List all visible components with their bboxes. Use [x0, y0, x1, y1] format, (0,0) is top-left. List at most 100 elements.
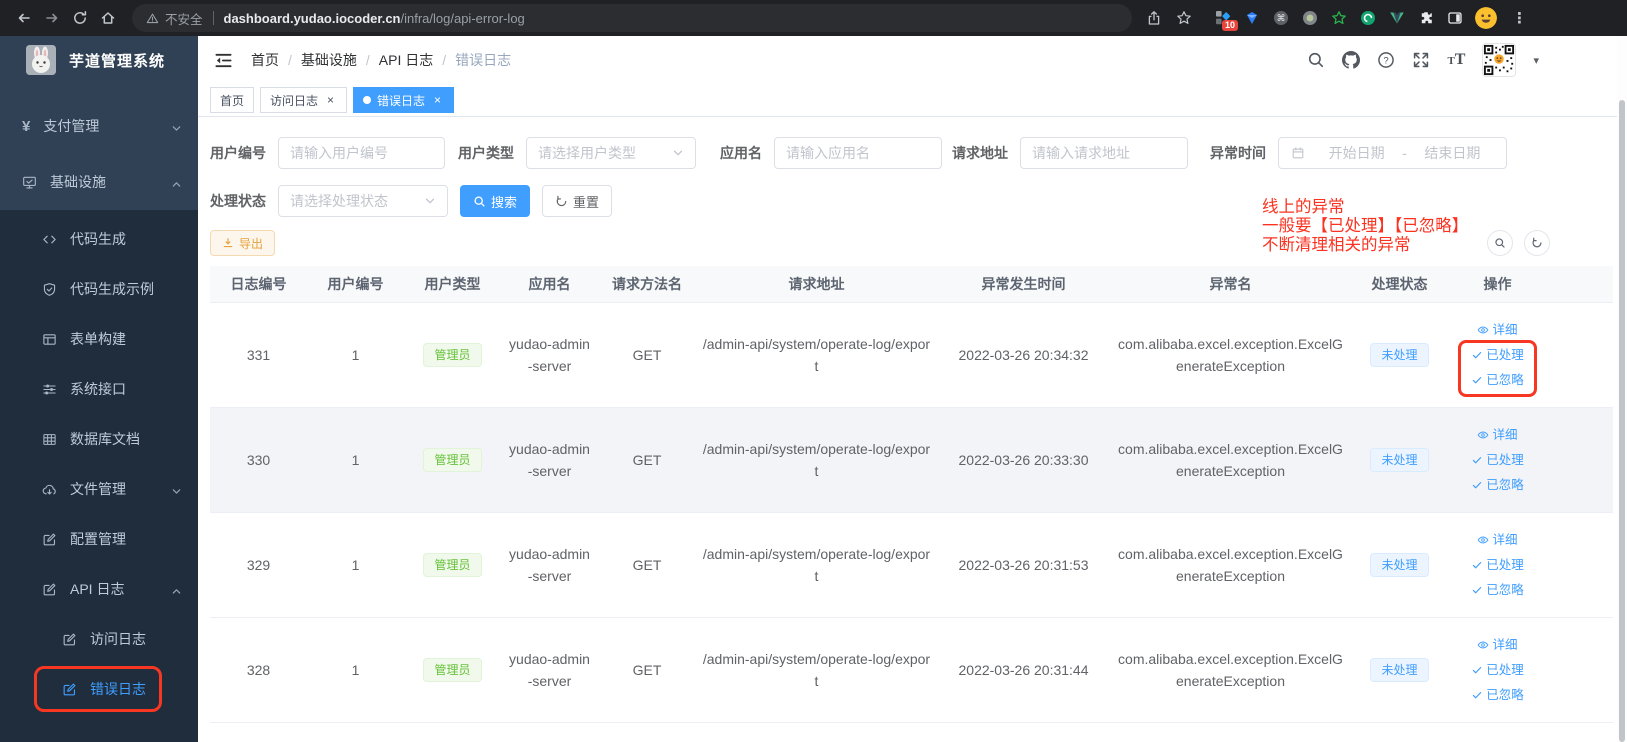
fullscreen-icon[interactable] — [1412, 51, 1430, 69]
user-type-label: 用户类型 — [458, 143, 514, 163]
mark-ignored-link[interactable]: 已忽略 — [1471, 684, 1524, 707]
mark-resolved-link[interactable]: 已处理 — [1471, 659, 1524, 682]
browser-back-icon[interactable] — [10, 4, 38, 32]
exception-time-range-picker[interactable]: 开始日期 - 结束日期 — [1278, 137, 1507, 169]
svg-text:⌘: ⌘ — [1277, 13, 1286, 23]
hide-search-button[interactable] — [1487, 230, 1513, 256]
sidebar-item-error-log[interactable]: 错误日志 — [0, 664, 198, 714]
cell-filler — [1547, 303, 1613, 408]
sidebar-item-system-api[interactable]: 系统接口 — [0, 364, 198, 414]
browser-profile-avatar[interactable] — [1475, 7, 1497, 29]
mark-resolved-link[interactable]: 已处理 — [1471, 554, 1524, 577]
cell-user_type: 管理员 — [404, 618, 501, 723]
extension-green-circle-icon[interactable] — [1359, 9, 1377, 27]
github-icon[interactable] — [1342, 51, 1360, 69]
cell-app_name: yudao-admin-server — [501, 408, 598, 513]
sidebar-item-label: 配置管理 — [70, 529, 126, 549]
sidebar-item-code-generation-demo[interactable]: 代码生成示例 — [0, 264, 198, 314]
browser-reload-icon[interactable] — [66, 4, 94, 32]
user-avatar-qr[interactable] — [1482, 43, 1516, 77]
action-label: 详细 — [1492, 319, 1517, 341]
breadcrumb-item-2[interactable]: 基础设施 — [301, 50, 357, 70]
close-icon[interactable]: × — [431, 94, 444, 107]
bookmark-star-icon[interactable] — [1176, 10, 1192, 26]
breadcrumb-separator: / — [366, 52, 370, 68]
sidebar-item-infrastructure[interactable]: 基础设施 — [0, 154, 198, 210]
tab-error-log[interactable]: 错误日志× — [353, 87, 454, 113]
extension-gem-icon[interactable] — [1243, 9, 1261, 27]
browser-forward-icon[interactable] — [38, 4, 66, 32]
cell-actions: 详细已处理已忽略 — [1448, 303, 1547, 408]
mark-ignored-link[interactable]: 已忽略 — [1471, 369, 1524, 392]
log-icon — [42, 582, 57, 597]
sidebar-item-form-builder[interactable]: 表单构建 — [0, 314, 198, 364]
user-id-input[interactable] — [278, 137, 445, 169]
cell-filler — [1547, 618, 1613, 723]
mark-ignored-link[interactable]: 已忽略 — [1471, 579, 1524, 602]
chevron-up-icon — [171, 177, 182, 188]
row-actions: 详细已处理已忽略 — [1454, 319, 1541, 392]
user-type-select[interactable]: 请选择用户类型 — [526, 137, 696, 169]
exception-time-label: 异常时间 — [1210, 143, 1266, 163]
share-icon[interactable] — [1146, 10, 1162, 26]
kebab-menu-icon[interactable]: ⋮ — [1508, 9, 1531, 27]
scrollbar-thumb[interactable] — [1619, 100, 1625, 742]
search-button[interactable]: 搜索 — [460, 185, 530, 217]
font-size-icon[interactable]: TT — [1447, 51, 1465, 69]
cell-user_type: 管理员 — [404, 408, 501, 513]
check-icon — [1471, 689, 1483, 701]
mark-resolved-link[interactable]: 已处理 — [1471, 449, 1524, 472]
sidebar-item-payment[interactable]: ¥支付管理 — [0, 98, 198, 154]
search-icon[interactable] — [1307, 51, 1325, 69]
sidebar-item-database-doc[interactable]: 数据库文档 — [0, 414, 198, 464]
url-bar[interactable]: 不安全 dashboard.yudao.iocoder.cn/infra/log… — [132, 4, 1132, 32]
column-header-time: 异常发生时间 — [937, 266, 1110, 303]
caret-down-icon[interactable]: ▾ — [1533, 54, 1539, 67]
extension-record-icon[interactable] — [1301, 9, 1319, 27]
breadcrumb-item-1[interactable]: 首页 — [251, 50, 279, 70]
help-icon[interactable]: ? — [1377, 51, 1395, 69]
app-logo[interactable]: 芋道管理系统 — [0, 36, 198, 84]
view-detail-link[interactable]: 详细 — [1477, 634, 1517, 657]
breadcrumb-item-3[interactable]: API 日志 — [379, 50, 433, 70]
tab-access-log[interactable]: 访问日志× — [260, 87, 347, 113]
browser-home-icon[interactable] — [94, 4, 122, 32]
sidebar-collapse-icon[interactable] — [214, 51, 233, 70]
tab-label: 首页 — [220, 92, 244, 109]
annotation-line: 一般要【已处理】【已忽略】 — [1262, 217, 1468, 236]
extension-vue-icon[interactable] — [1388, 9, 1406, 27]
sidebar-item-file-management[interactable]: 文件管理 — [0, 464, 198, 514]
app-name-input[interactable] — [774, 137, 942, 169]
process-status-select[interactable]: 请选择处理状态 — [278, 185, 448, 217]
cell-app_name: yudao-admin-server — [501, 303, 598, 408]
mark-resolved-link[interactable]: 已处理 — [1471, 344, 1524, 367]
close-icon[interactable]: × — [324, 94, 337, 107]
extension-star-icon[interactable] — [1330, 9, 1348, 27]
extension-command-icon[interactable]: ⌘ — [1272, 9, 1290, 27]
view-detail-link[interactable]: 详细 — [1477, 424, 1517, 447]
refresh-table-button[interactable] — [1524, 230, 1550, 256]
sidebar-item-access-log[interactable]: 访问日志 — [0, 614, 198, 664]
screen: 不安全 dashboard.yudao.iocoder.cn/infra/log… — [0, 0, 1627, 742]
cloud-icon — [42, 482, 57, 497]
side-panel-icon[interactable] — [1446, 9, 1464, 27]
cell-method: GET — [598, 513, 696, 618]
extension-tampermonkey-icon[interactable]: 10 — [1214, 9, 1232, 27]
view-detail-link[interactable]: 详细 — [1477, 319, 1517, 342]
export-button[interactable]: 导出 — [210, 230, 275, 256]
user-type-tag: 管理员 — [423, 553, 481, 577]
mark-ignored-link[interactable]: 已忽略 — [1471, 474, 1524, 497]
sidebar-item-code-generation[interactable]: 代码生成 — [0, 214, 198, 264]
extensions-puzzle-icon[interactable] — [1417, 9, 1435, 27]
cell-user_id: 1 — [307, 618, 404, 723]
reset-button[interactable]: 重置 — [542, 185, 612, 217]
sidebar-item-api-log[interactable]: API 日志 — [0, 564, 198, 614]
view-detail-link[interactable]: 详细 — [1477, 529, 1517, 552]
cell-method: GET — [598, 408, 696, 513]
request-url-input[interactable] — [1020, 137, 1188, 169]
tab-home[interactable]: 首页 — [210, 87, 254, 113]
user-type-placeholder: 请选择用户类型 — [538, 143, 636, 163]
tags-view: 首页访问日志×错误日志× — [198, 84, 1617, 117]
cell-filler — [1547, 513, 1613, 618]
sidebar-item-config-management[interactable]: 配置管理 — [0, 514, 198, 564]
